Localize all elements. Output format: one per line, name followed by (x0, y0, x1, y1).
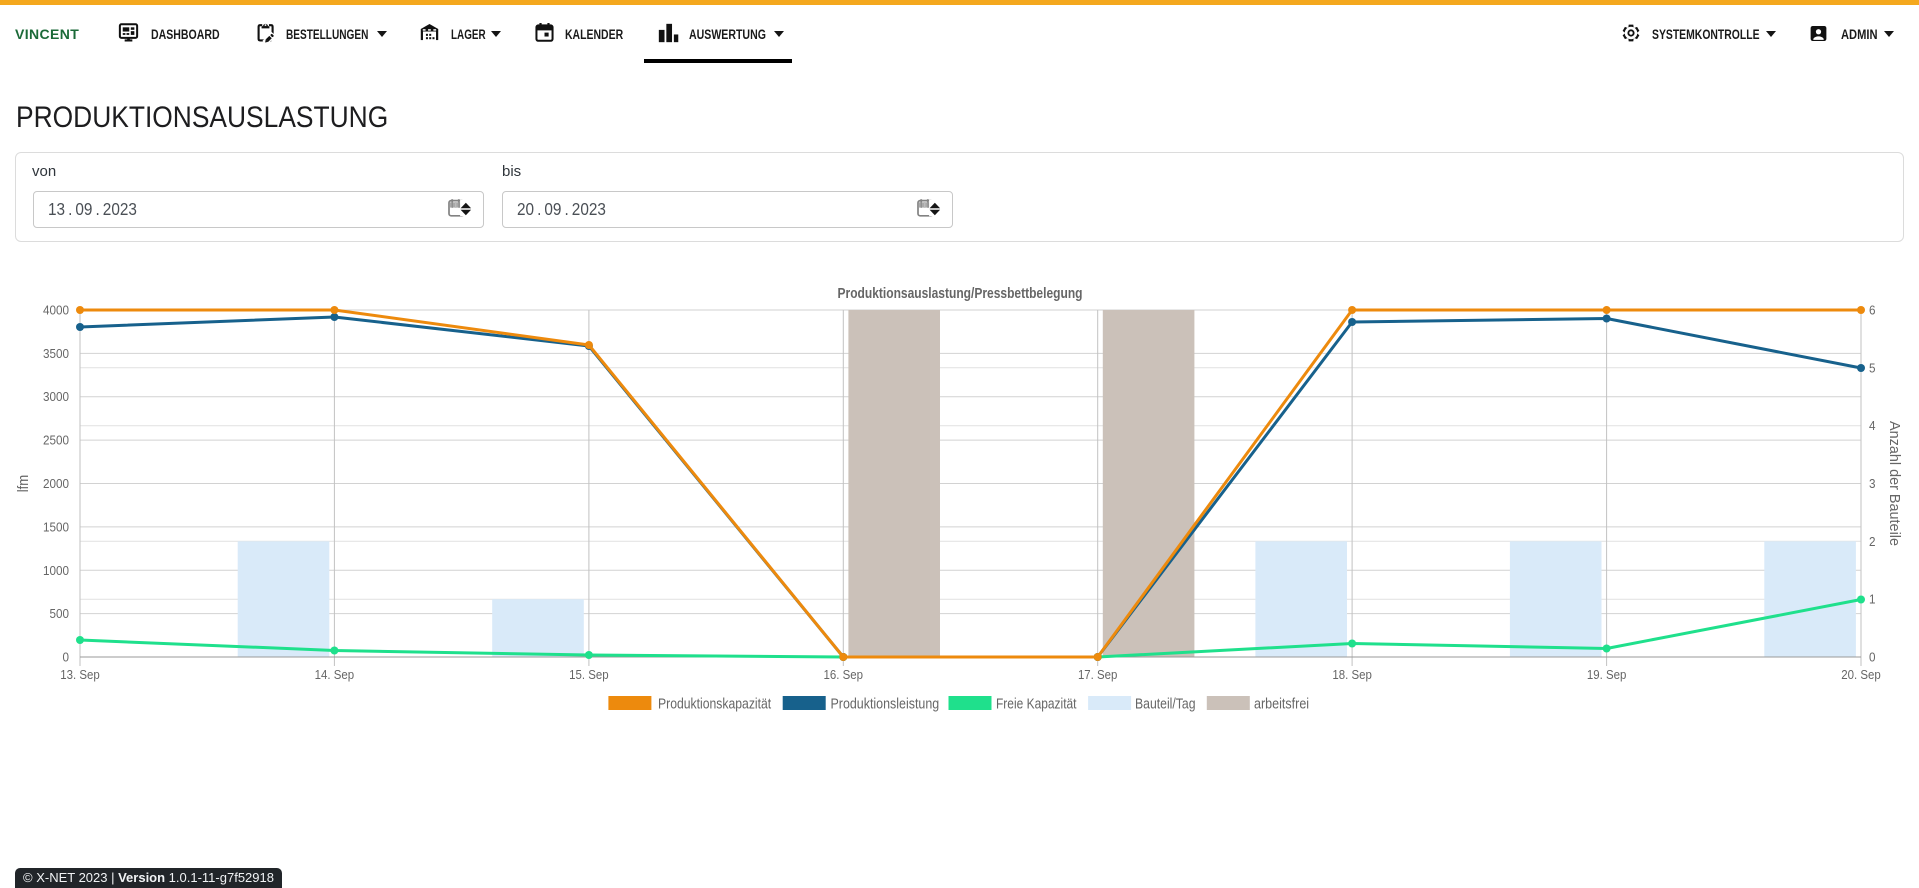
svg-text:3500: 3500 (43, 346, 69, 361)
svg-text:5: 5 (1869, 360, 1876, 375)
svg-text:1000: 1000 (43, 563, 69, 578)
svg-text:3000: 3000 (43, 389, 69, 404)
svg-text:Produktionsauslastung/Pressbet: Produktionsauslastung/Pressbettbelegung (838, 285, 1083, 302)
svg-text:16. Sep: 16. Sep (824, 667, 864, 682)
svg-text:500: 500 (50, 606, 70, 621)
svg-text:15. Sep: 15. Sep (569, 667, 609, 682)
svg-text:4000: 4000 (43, 303, 69, 318)
svg-text:Bauteil/Tag: Bauteil/Tag (1135, 696, 1196, 713)
svg-text:14. Sep: 14. Sep (315, 667, 355, 682)
svg-text:20. Sep: 20. Sep (1841, 667, 1881, 682)
svg-text:2000: 2000 (43, 476, 69, 491)
svg-text:2500: 2500 (43, 433, 69, 448)
svg-text:6: 6 (1869, 303, 1876, 318)
svg-text:0: 0 (63, 650, 70, 665)
svg-text:Anzahl der Bauteile: Anzahl der Bauteile (1886, 421, 1903, 546)
svg-text:19. Sep: 19. Sep (1587, 667, 1627, 682)
svg-text:arbeitsfrei: arbeitsfrei (1254, 696, 1309, 713)
svg-text:Produktionsleistung: Produktionsleistung (831, 696, 940, 713)
svg-text:18. Sep: 18. Sep (1332, 667, 1372, 682)
svg-text:4: 4 (1869, 418, 1876, 433)
svg-text:0: 0 (1869, 650, 1876, 665)
svg-text:3: 3 (1869, 476, 1876, 491)
svg-text:17. Sep: 17. Sep (1078, 667, 1118, 682)
svg-text:1: 1 (1869, 592, 1876, 607)
svg-text:2: 2 (1869, 534, 1876, 549)
svg-text:Produktionskapazität: Produktionskapazität (658, 696, 772, 713)
svg-text:Freie Kapazität: Freie Kapazität (996, 696, 1077, 713)
svg-text:1500: 1500 (43, 519, 69, 534)
svg-text:13. Sep: 13. Sep (60, 667, 100, 682)
svg-text:lfm: lfm (15, 475, 32, 493)
